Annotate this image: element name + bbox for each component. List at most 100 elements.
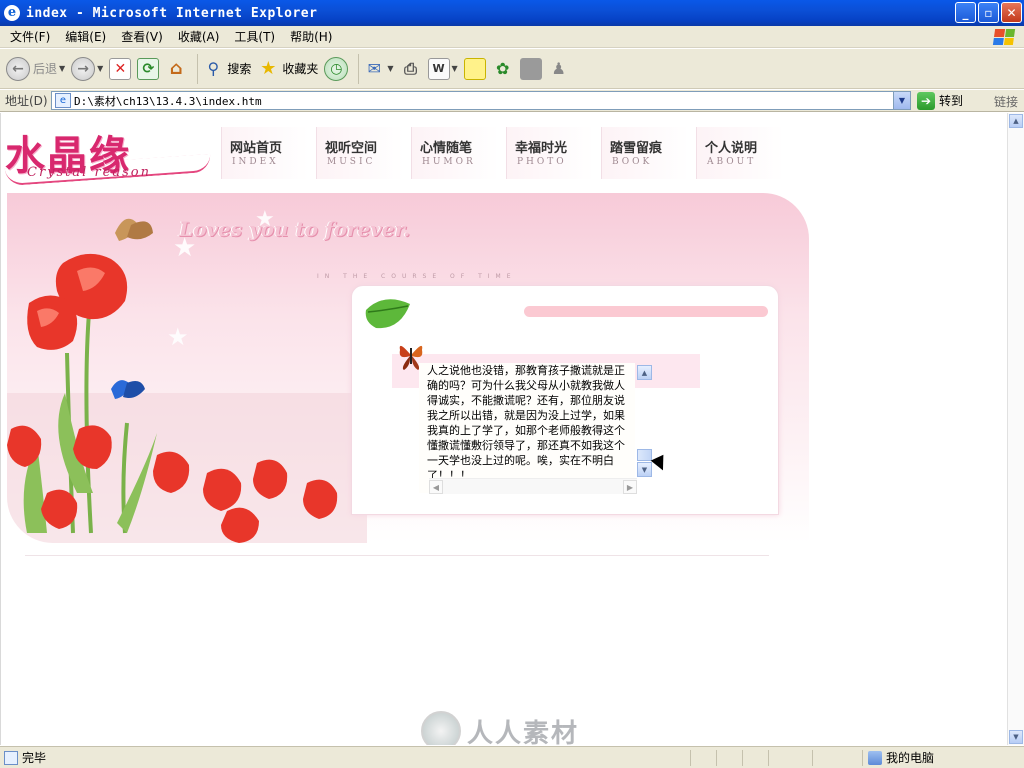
address-label: 地址(D)	[5, 94, 48, 108]
mail-dropdown-icon[interactable]: ▼	[387, 64, 393, 73]
ie-icon: e	[4, 5, 20, 21]
search-label: 搜索	[227, 62, 252, 76]
page-done-icon	[4, 750, 18, 765]
address-url[interactable]: D:\素材\ch13\13.4.3\index.htm	[74, 93, 262, 109]
print-button[interactable]: ⎙	[400, 52, 422, 86]
nav-label: 踏雪留痕	[610, 141, 663, 156]
mail-button[interactable]: ✉ ▼	[363, 52, 394, 86]
go-button[interactable]: ➔ 转到	[917, 91, 964, 110]
nav-label: 个人说明	[705, 141, 758, 156]
back-label: 后退	[33, 62, 58, 76]
contacts-button[interactable]: ♟	[548, 52, 570, 86]
address-input[interactable]: e D:\素材\ch13\13.4.3\index.htm ▼	[51, 91, 911, 110]
nav-about[interactable]: 个人说明 ABOUT	[696, 127, 784, 179]
logo-subtitle: Crystal reason	[27, 165, 151, 180]
security-zone: 我的电脑	[868, 749, 934, 766]
nav-sublabel: INDEX	[232, 157, 279, 167]
forward-arrow-icon: →	[71, 56, 96, 81]
article-textarea[interactable]: 人之说他也没错，那教育孩子撒谎就是正确的吗？可为什么我父母从小就教我做人得诚实，…	[419, 363, 635, 493]
refresh-button[interactable]: ⟳	[137, 52, 160, 86]
menu-tools[interactable]: 工具(T)	[228, 28, 281, 45]
windows-logo-icon	[989, 27, 1020, 47]
page-vertical-scrollbar[interactable]: ▲ ▼	[1007, 113, 1024, 745]
address-dropdown-icon[interactable]: ▼	[893, 92, 910, 109]
home-icon: ⌂	[169, 58, 183, 79]
mail-icon: ✉	[367, 59, 382, 78]
stop-button[interactable]: ✕	[109, 52, 132, 86]
panel-title-bar	[524, 306, 768, 317]
title-bar: e index - Microsoft Internet Explorer _ …	[0, 0, 1024, 26]
forward-dropdown-icon[interactable]: ▼	[97, 64, 103, 73]
forward-button[interactable]: → ▼	[71, 52, 103, 86]
scroll-right-icon[interactable]: ▶	[623, 480, 637, 494]
menu-favorites[interactable]: 收藏(A)	[172, 28, 226, 45]
page-icon: e	[55, 93, 71, 108]
edit-icon: W	[427, 57, 450, 80]
textarea-horizontal-scrollbar[interactable]: ◀ ▶	[429, 478, 637, 494]
window-title: index - Microsoft Internet Explorer	[26, 5, 318, 21]
status-divider	[690, 750, 691, 766]
page-scroll-up-icon[interactable]: ▲	[1009, 114, 1023, 128]
status-text: 完毕	[22, 751, 47, 765]
watermark-text: 人人素材	[467, 718, 580, 746]
nav-photo[interactable]: 幸福时光 PHOTO	[506, 127, 594, 179]
search-icon: ⚲	[207, 59, 220, 78]
nav-label: 幸福时光	[515, 141, 568, 156]
status-done: 完毕	[4, 749, 46, 766]
refresh-icon: ⟳	[137, 57, 160, 80]
status-bar: 完毕 我的电脑	[0, 746, 1024, 768]
computer-icon	[868, 750, 882, 765]
scroll-down-icon[interactable]: ▼	[637, 462, 652, 477]
close-button[interactable]: ✕	[1001, 2, 1022, 23]
nav-label: 心情随笔	[420, 141, 473, 156]
nav-sublabel: ABOUT	[707, 157, 757, 167]
nav-sublabel: MUSIC	[327, 157, 376, 167]
history-icon: ◷	[324, 56, 349, 81]
nav-book[interactable]: 踏雪留痕 BOOK	[601, 127, 689, 179]
page-scroll-down-icon[interactable]: ▼	[1009, 730, 1023, 744]
maximize-button[interactable]: ▫	[978, 2, 999, 23]
favorites-label: 收藏夹	[282, 62, 319, 76]
discuss-button[interactable]	[463, 52, 486, 86]
toolbar: ← 后退 ▼ → ▼ ✕ ⟳ ⌂ ⚲ 搜索 ★ 收藏夹 ◷ ✉ ▼ ⎙ W ▼ …	[0, 49, 1024, 89]
messenger-button[interactable]	[519, 52, 542, 86]
home-button[interactable]: ⌂	[165, 52, 187, 86]
menu-bar: 文件(F) 编辑(E) 查看(V) 收藏(A) 工具(T) 帮助(H)	[0, 26, 1024, 48]
go-label: 转到	[939, 94, 964, 108]
nav-music[interactable]: 视听空间 MUSIC	[316, 127, 404, 179]
menu-file[interactable]: 文件(F)	[4, 28, 56, 45]
scroll-up-icon[interactable]: ▲	[637, 365, 652, 380]
site-logo[interactable]: 水晶缘 Crystal reason	[4, 119, 215, 187]
status-divider	[716, 750, 717, 766]
print-icon: ⎙	[404, 58, 417, 78]
leaf-icon	[365, 299, 410, 329]
minimize-button[interactable]: _	[955, 2, 976, 23]
back-dropdown-icon[interactable]: ▼	[59, 64, 65, 73]
edit-dropdown-icon[interactable]: ▼	[452, 64, 458, 73]
nav-sublabel: PHOTO	[517, 157, 567, 167]
status-divider	[862, 750, 863, 766]
edit-button[interactable]: W ▼	[427, 52, 458, 86]
nav-sublabel: BOOK	[612, 157, 653, 167]
watermark-logo-icon	[421, 711, 461, 745]
nav-index[interactable]: 网站首页 INDEX	[221, 127, 309, 179]
status-divider	[742, 750, 743, 766]
scroll-thumb[interactable]	[637, 449, 652, 461]
stop-icon: ✕	[109, 57, 132, 80]
scroll-left-icon[interactable]: ◀	[429, 480, 443, 494]
links-button[interactable]: 链接	[994, 93, 1018, 110]
note-icon	[463, 57, 486, 80]
favorites-button[interactable]: ★ 收藏夹	[257, 52, 318, 86]
contacts-icon: ♟	[551, 59, 566, 78]
history-button[interactable]: ◷	[324, 52, 349, 86]
research-button[interactable]: ✿	[492, 52, 514, 86]
page-viewport: 水晶缘 Crystal reason 网站首页 INDEX 视听空间 MUSIC…	[0, 113, 1024, 745]
search-button[interactable]: ⚲ 搜索	[202, 52, 251, 86]
nav-humor[interactable]: 心情随笔 HUMOR	[411, 127, 499, 179]
menu-edit[interactable]: 编辑(E)	[59, 28, 112, 45]
menu-help[interactable]: 帮助(H)	[284, 28, 338, 45]
article-text: 人之说他也没错，那教育孩子撒谎就是正确的吗？可为什么我父母从小就教我做人得诚实，…	[427, 364, 625, 482]
page-divider	[25, 555, 769, 556]
menu-view[interactable]: 查看(V)	[115, 28, 169, 45]
back-button[interactable]: ← 后退 ▼	[6, 52, 65, 86]
